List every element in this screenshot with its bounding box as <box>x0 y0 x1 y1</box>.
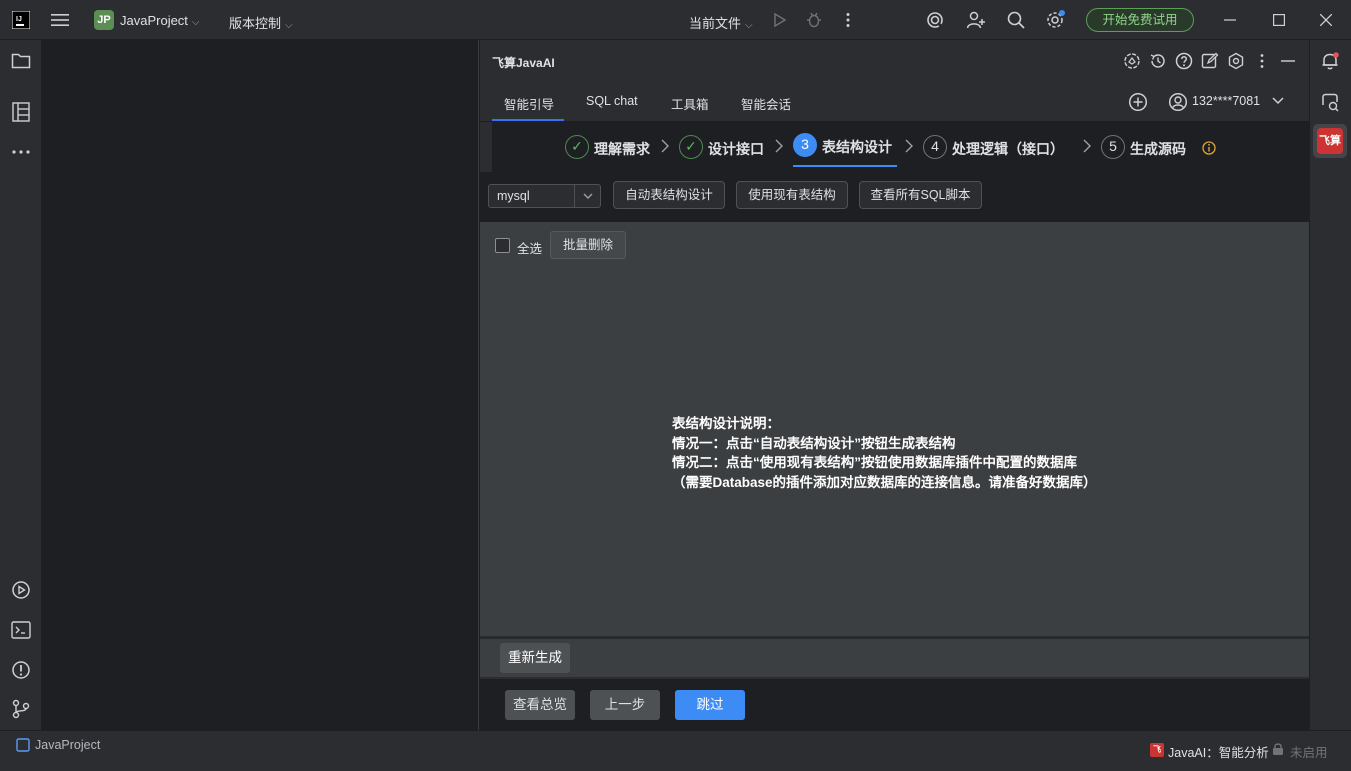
account-name: 132****7081 <box>1192 94 1261 108</box>
auto-design-button[interactable]: 自动表结构设计 <box>613 181 725 209</box>
lock-status[interactable]: 未启用 <box>1290 742 1328 761</box>
instructions-line: 情况二：点击“使用现有表结构”按钮使用数据库插件中配置的数据库 <box>672 455 1077 470</box>
info-icon[interactable] <box>1202 141 1216 155</box>
more-horizontal-icon[interactable] <box>11 149 31 155</box>
help-icon[interactable] <box>1175 52 1193 70</box>
settings-icon[interactable] <box>1045 9 1067 31</box>
run-icon[interactable] <box>772 12 788 28</box>
notifications-icon[interactable] <box>1320 51 1340 71</box>
panel-title: 飞算JavaAI <box>492 56 555 70</box>
chevron-right-icon <box>905 139 913 158</box>
tab-sql-chat[interactable]: SQL chat <box>586 94 638 108</box>
tab-toolbox[interactable]: 工具箱 <box>671 94 709 113</box>
instructions-text: 表结构设计说明： 情况一：点击“自动表结构设计”按钮生成表结构 情况二：点击“使… <box>672 414 1097 492</box>
previous-step-button[interactable]: 上一步 <box>590 690 660 720</box>
project-avatar[interactable]: JP <box>94 10 114 30</box>
close-icon[interactable] <box>1320 14 1332 26</box>
javaai-status[interactable]: JavaAI：智能分析 <box>1168 742 1269 761</box>
view-sql-button[interactable]: 查看所有SQL脚本 <box>859 181 982 209</box>
add-user-icon[interactable] <box>966 10 986 30</box>
lock-icon <box>1272 742 1284 756</box>
feisuan-logo-icon: 飞算 <box>1317 128 1343 154</box>
database-type-value: mysql <box>497 189 530 203</box>
vcs-selector[interactable]: 版本控制 ⌵ <box>229 13 293 32</box>
tab-chat[interactable]: 智能会话 <box>741 94 791 113</box>
main-menu-icon[interactable] <box>51 12 69 28</box>
project-selector[interactable]: JavaProject ⌵ <box>120 13 200 28</box>
statusbar-project[interactable]: JavaProject <box>35 738 100 752</box>
maximize-icon[interactable] <box>1273 14 1285 26</box>
skip-button[interactable]: 跳过 <box>675 690 745 720</box>
debug-icon[interactable] <box>806 11 822 28</box>
step-4-label[interactable]: 处理逻辑（接口） <box>952 139 1064 159</box>
step-2-label[interactable]: 设计接口 <box>708 139 764 159</box>
batch-delete-button[interactable]: 批量删除 <box>550 231 626 259</box>
problems-icon[interactable] <box>11 660 31 680</box>
history-icon[interactable] <box>1149 52 1167 70</box>
panel-more-icon[interactable] <box>1259 53 1265 69</box>
chevron-down-icon: ⌵ <box>285 20 293 31</box>
active-step-indicator <box>793 165 897 167</box>
instructions-line: （需要Database的插件添加对应数据库的连接信息。请准备好数据库） <box>672 474 1097 490</box>
step-4-marker: 4 <box>923 135 947 159</box>
git-branch-icon[interactable] <box>12 699 30 719</box>
minimize-icon[interactable] <box>1224 14 1236 26</box>
intellij-logo-icon[interactable]: IJ <box>12 11 30 29</box>
overview-button[interactable]: 查看总览 <box>505 690 575 720</box>
step-5-label[interactable]: 生成源码 <box>1130 139 1186 159</box>
instructions-line: 情况一：点击“自动表结构设计”按钮生成表结构 <box>672 435 956 451</box>
chevron-down-icon: ⌵ <box>745 20 753 31</box>
use-existing-button[interactable]: 使用现有表结构 <box>736 181 848 209</box>
select-all-checkbox[interactable] <box>495 238 510 253</box>
instructions-line: 表结构设计说明： <box>672 416 780 431</box>
status-bar <box>0 730 1351 771</box>
database-type-select[interactable]: mysql <box>488 184 601 208</box>
user-avatar-icon <box>1168 92 1188 112</box>
panel-settings-icon[interactable] <box>1227 52 1245 70</box>
vcs-label: 版本控制 <box>229 16 282 31</box>
run-config-selector[interactable]: 当前文件 ⌵ <box>689 13 753 32</box>
start-free-trial-button[interactable]: 开始免费试用 <box>1086 8 1194 32</box>
regenerate-button[interactable]: 重新生成 <box>500 643 570 673</box>
step-1-label[interactable]: 理解需求 <box>594 139 650 159</box>
select-all-label: 全选 <box>517 242 543 256</box>
more-vertical-icon[interactable] <box>845 12 851 28</box>
step-2-marker: ✓ <box>679 135 703 159</box>
run-config-label: 当前文件 <box>689 16 742 31</box>
plugin-hand-icon[interactable] <box>1123 52 1141 70</box>
chevron-down-icon <box>1272 97 1284 105</box>
terminal-icon[interactable] <box>11 621 31 639</box>
step-1-marker: ✓ <box>565 135 589 159</box>
chevron-down-icon: ⌵ <box>191 17 200 28</box>
chevron-right-icon <box>775 139 783 158</box>
edit-icon[interactable] <box>1201 52 1219 70</box>
chevron-down-icon <box>574 185 600 207</box>
account-menu[interactable]: 132****7081 <box>1168 92 1292 112</box>
chevron-right-icon <box>1083 139 1091 158</box>
module-icon <box>16 738 30 752</box>
add-circle-icon[interactable] <box>1128 92 1148 112</box>
regenerate-bar <box>480 637 1309 677</box>
step-3-label[interactable]: 表结构设计 <box>822 137 892 157</box>
project-name: JavaProject <box>120 13 188 28</box>
project-folder-icon[interactable] <box>11 52 31 70</box>
tab-guide[interactable]: 智能引导 <box>504 94 554 113</box>
javaai-logo-icon: 飞 <box>1150 743 1164 757</box>
editor-area[interactable] <box>42 40 479 730</box>
step-3-marker: 3 <box>793 133 817 157</box>
services-icon[interactable] <box>11 580 31 600</box>
step-5-marker: 5 <box>1101 135 1125 159</box>
chevron-right-icon <box>661 139 669 158</box>
ai-chat-icon[interactable] <box>1320 92 1340 112</box>
svg-text:IJ: IJ <box>16 16 22 23</box>
structure-icon[interactable] <box>12 102 30 122</box>
search-icon[interactable] <box>1006 10 1026 30</box>
panel-minimize-icon[interactable] <box>1281 60 1295 62</box>
ai-assistant-icon[interactable] <box>925 10 945 30</box>
